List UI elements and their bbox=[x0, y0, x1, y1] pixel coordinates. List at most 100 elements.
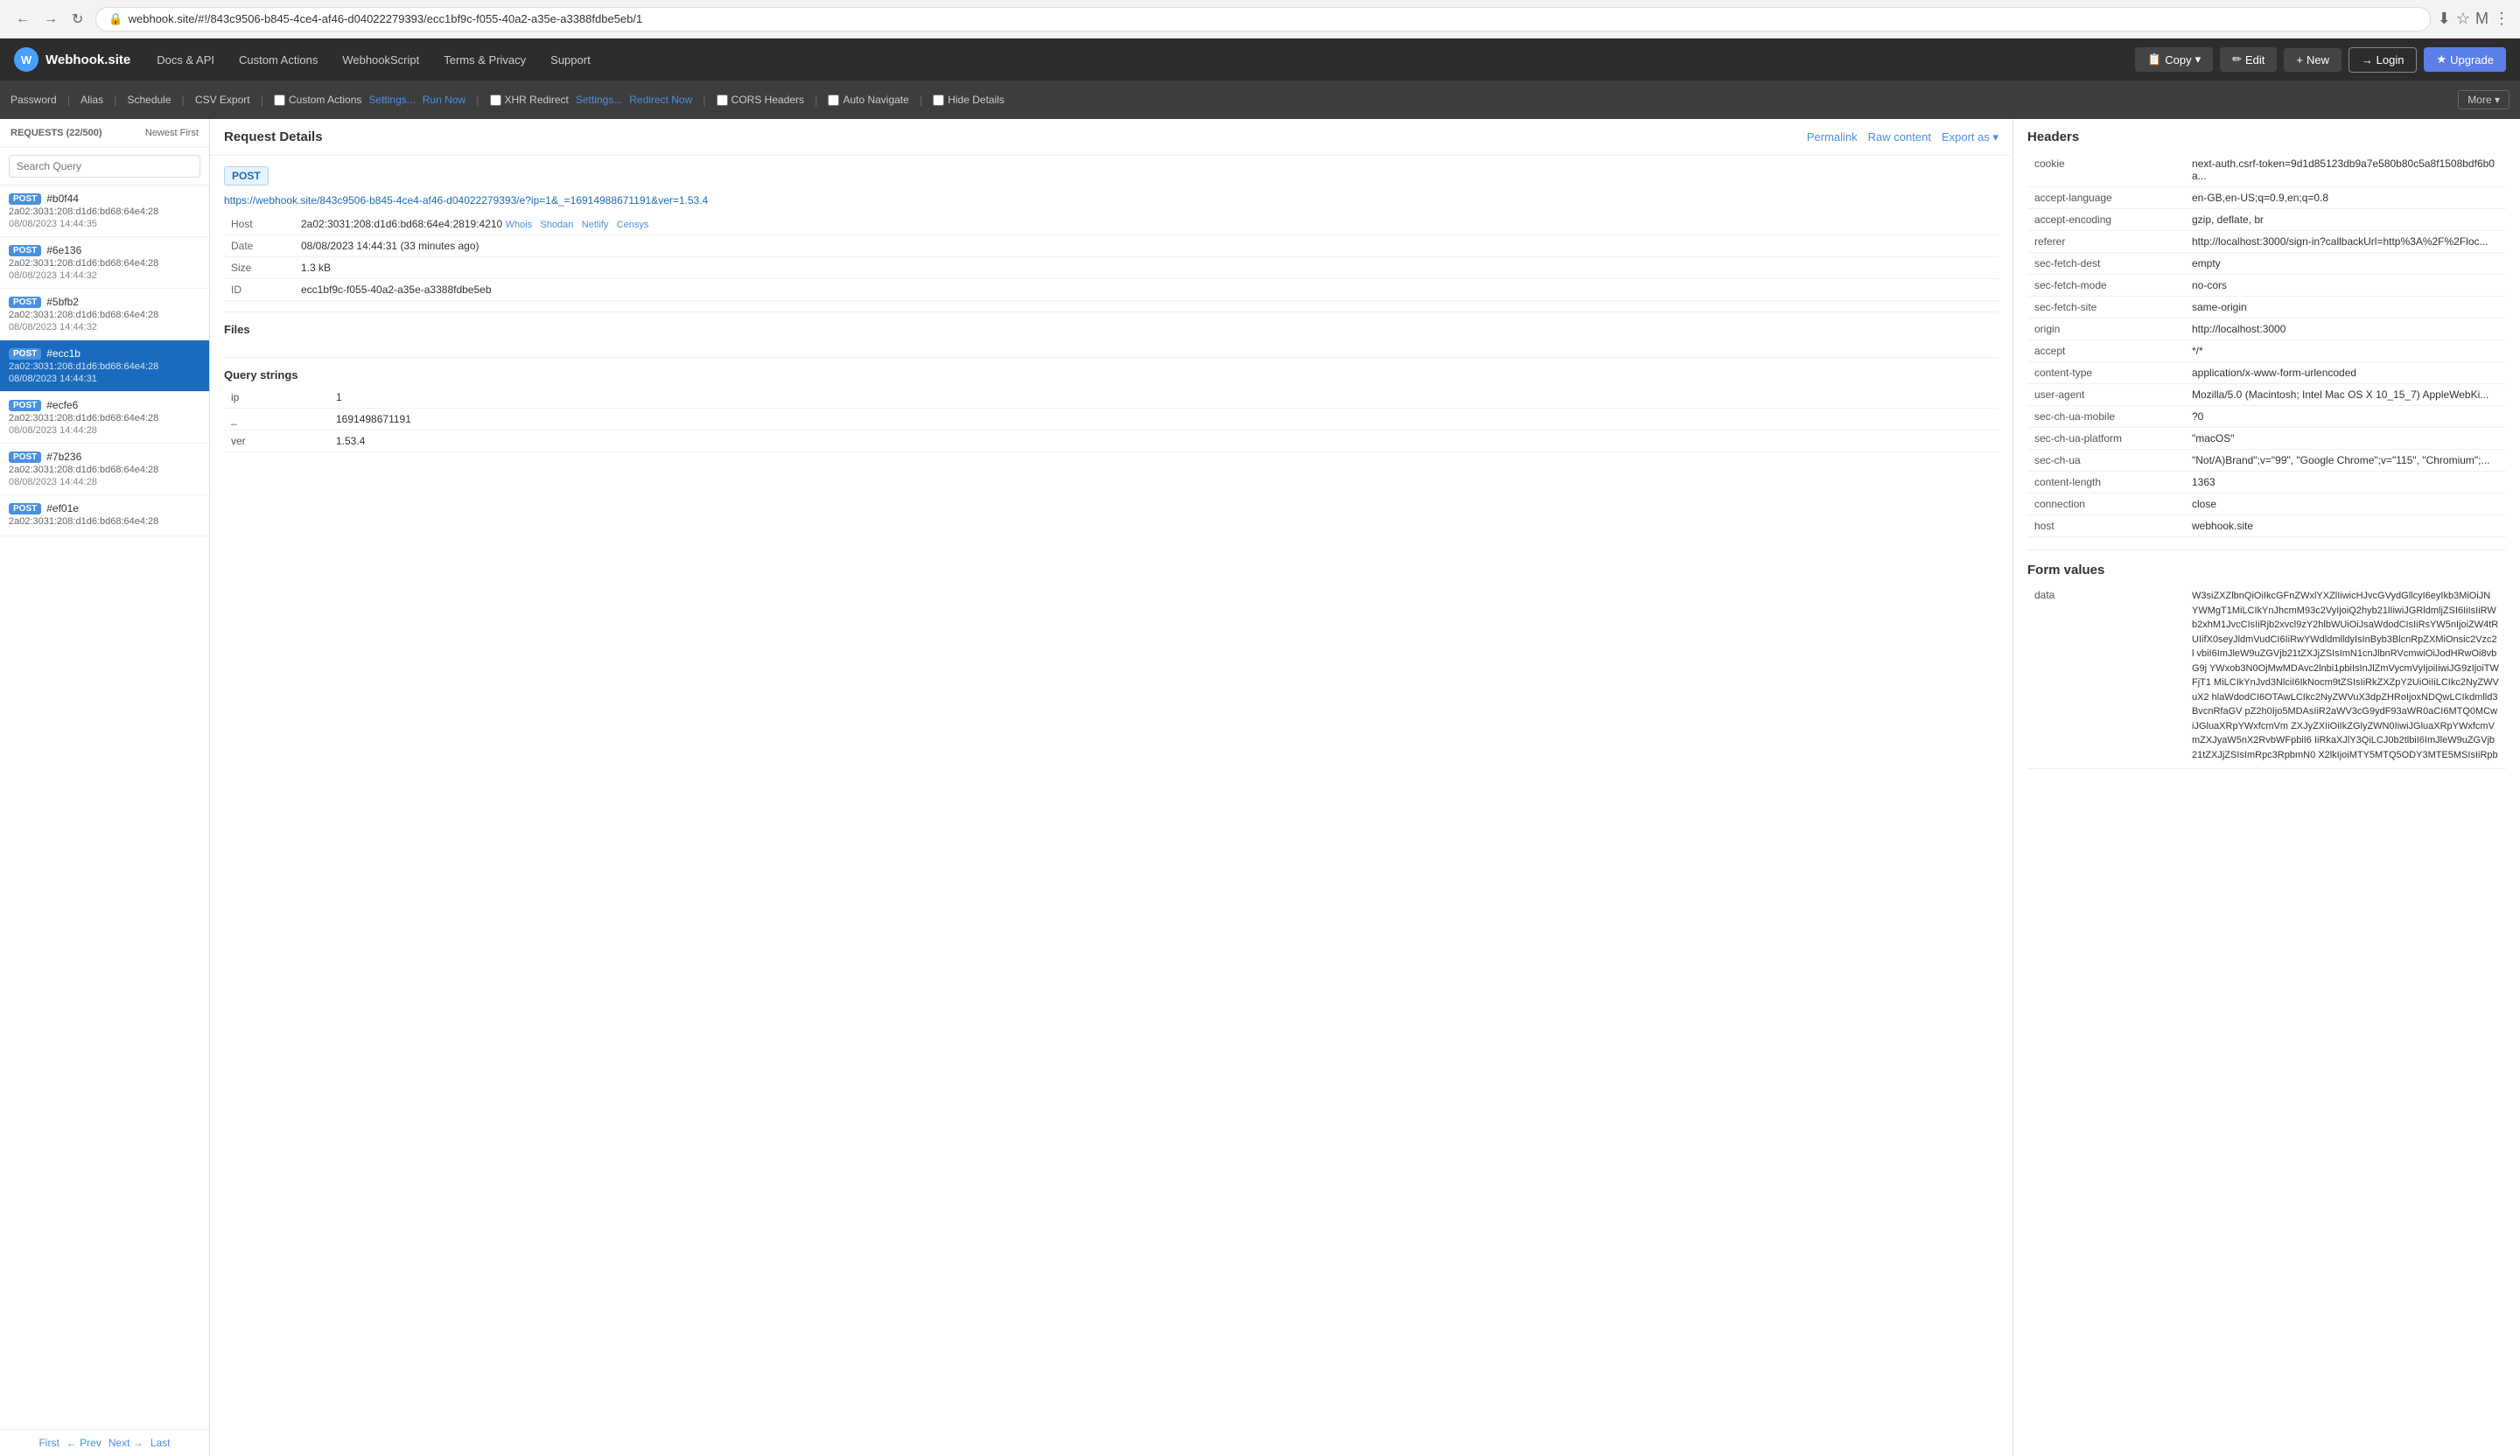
request-ip: 2a02:3031:208:d1d6:bd68:64e4:28 bbox=[9, 206, 200, 217]
browser-actions[interactable]: ⬇ ☆ M ⋮ bbox=[2438, 10, 2510, 28]
date-row: Date 08/08/2023 14:44:31 (33 minutes ago… bbox=[224, 235, 1998, 257]
whois-link[interactable]: Whois bbox=[506, 220, 533, 230]
upgrade-button[interactable]: ★ Upgrade bbox=[2424, 47, 2506, 72]
toolbar-alias[interactable]: Alias bbox=[80, 94, 103, 106]
nav-terms[interactable]: Terms & Privacy bbox=[431, 38, 538, 80]
header-row: user-agent Mozilla/5.0 (Macintosh; Intel… bbox=[2027, 384, 2506, 406]
header-key: sec-fetch-mode bbox=[2027, 275, 2185, 297]
header-row: content-length 1363 bbox=[2027, 472, 2506, 494]
request-ip: 2a02:3031:208:d1d6:bd68:64e4:28 bbox=[9, 413, 200, 424]
cors-checkbox[interactable] bbox=[717, 94, 728, 106]
last-page-button[interactable]: Last bbox=[150, 1437, 171, 1449]
nav-docs[interactable]: Docs & API bbox=[144, 38, 227, 80]
header-key: referer bbox=[2027, 231, 2185, 253]
browser-nav[interactable]: ← → ↻ bbox=[10, 7, 88, 32]
list-item[interactable]: POST #ef01e 2a02:3031:208:d1d6:bd68:64e4… bbox=[0, 495, 209, 536]
next-page-button[interactable]: Next → bbox=[108, 1437, 144, 1449]
logo-icon: W bbox=[14, 47, 38, 72]
xhr-redirect-checkbox[interactable] bbox=[490, 94, 501, 106]
shodan-link[interactable]: Shodan bbox=[540, 220, 573, 230]
address-bar[interactable]: 🔒 webhook.site/#!/843c9506-b845-4ce4-af4… bbox=[95, 7, 2430, 32]
more-button[interactable]: More ▾ bbox=[2458, 90, 2510, 109]
censys-link[interactable]: Censys bbox=[617, 220, 649, 230]
method-tag: POST bbox=[9, 348, 41, 360]
first-page-button[interactable]: First bbox=[38, 1437, 59, 1449]
toolbar-hide-details[interactable]: Hide Details bbox=[933, 94, 1004, 106]
form-data-key: data bbox=[2027, 584, 2185, 769]
list-item[interactable]: POST #5bfb2 2a02:3031:208:d1d6:bd68:64e4… bbox=[0, 289, 209, 340]
plus-icon: + bbox=[2296, 53, 2303, 66]
requests-count: REQUESTS (22/500) bbox=[10, 128, 102, 138]
method-badge: POST bbox=[224, 166, 269, 186]
toolbar-settings1[interactable]: Settings... bbox=[368, 94, 415, 106]
qs-key: _ bbox=[224, 409, 329, 430]
list-item[interactable]: POST #ecc1b 2a02:3031:208:d1d6:bd68:64e4… bbox=[0, 340, 209, 392]
extensions-icon[interactable]: ⬇ bbox=[2438, 10, 2451, 28]
toolbar-schedule[interactable]: Schedule bbox=[127, 94, 171, 106]
header-value: 1363 bbox=[2185, 472, 2506, 494]
toolbar-run-now[interactable]: Run Now bbox=[423, 94, 466, 106]
list-item[interactable]: POST #6e136 2a02:3031:208:d1d6:bd68:64e4… bbox=[0, 237, 209, 289]
toolbar-sep5: | bbox=[476, 94, 479, 107]
new-button[interactable]: + New bbox=[2284, 48, 2342, 72]
copy-button[interactable]: 📋 Copy ▾ bbox=[2135, 47, 2213, 72]
id-row: ID ecc1bf9c-f055-40a2-a35e-a3388fdbe5eb bbox=[224, 279, 1998, 301]
auto-navigate-checkbox[interactable] bbox=[828, 94, 839, 106]
request-id: #ecfe6 bbox=[46, 399, 78, 411]
sort-order[interactable]: Newest First bbox=[145, 128, 199, 138]
search-input[interactable] bbox=[9, 155, 200, 178]
header-key: content-length bbox=[2027, 472, 2185, 494]
list-item[interactable]: POST #7b236 2a02:3031:208:d1d6:bd68:64e4… bbox=[0, 444, 209, 495]
header-value: application/x-www-form-urlencoded bbox=[2185, 362, 2506, 384]
permalink-link[interactable]: Permalink bbox=[1807, 130, 1858, 144]
star-icon: ★ bbox=[2436, 52, 2446, 66]
profile-icon[interactable]: M bbox=[2475, 10, 2488, 28]
header-row: sec-fetch-mode no-cors bbox=[2027, 275, 2506, 297]
browser-chrome: ← → ↻ 🔒 webhook.site/#!/843c9506-b845-4c… bbox=[0, 0, 2520, 38]
size-label: Size bbox=[224, 257, 294, 279]
prev-page-button[interactable]: ← Prev bbox=[66, 1437, 102, 1449]
toolbar-password[interactable]: Password bbox=[10, 94, 57, 106]
main-layout: REQUESTS (22/500) Newest First POST #b0f… bbox=[0, 119, 2520, 1456]
request-detail-body: POST https://webhook.site/843c9506-b845-… bbox=[210, 156, 2012, 463]
header-key: sec-ch-ua-platform bbox=[2027, 428, 2185, 450]
forward-button[interactable]: → bbox=[38, 7, 63, 32]
bookmark-icon[interactable]: ☆ bbox=[2456, 10, 2470, 28]
list-item[interactable]: POST #ecfe6 2a02:3031:208:d1d6:bd68:64e4… bbox=[0, 392, 209, 444]
reload-button[interactable]: ↻ bbox=[66, 7, 88, 32]
request-ip: 2a02:3031:208:d1d6:bd68:64e4:28 bbox=[9, 258, 200, 269]
header-value: http://localhost:3000 bbox=[2185, 318, 2506, 340]
host-label: Host bbox=[224, 214, 294, 235]
nav-support[interactable]: Support bbox=[538, 38, 603, 80]
menu-icon[interactable]: ⋮ bbox=[2494, 10, 2510, 28]
toolbar-xhr-redirect[interactable]: XHR Redirect Settings... Redirect Now bbox=[490, 94, 693, 106]
toolbar-cors[interactable]: CORS Headers bbox=[717, 94, 804, 106]
toolbar-custom-actions[interactable]: Custom Actions Settings... Run Now bbox=[274, 94, 466, 106]
nav-webhookscript[interactable]: WebhookScript bbox=[330, 38, 431, 80]
back-button[interactable]: ← bbox=[10, 7, 35, 32]
custom-actions-checkbox[interactable] bbox=[274, 94, 285, 106]
header-key: sec-fetch-dest bbox=[2027, 253, 2185, 275]
toolbar-csv-export[interactable]: CSV Export bbox=[195, 94, 250, 106]
form-values-title: Form values bbox=[2027, 550, 2506, 578]
request-url: https://webhook.site/843c9506-b845-4ce4-… bbox=[224, 194, 1998, 206]
request-id: #ef01e bbox=[46, 502, 79, 514]
content-header: Request Details Permalink Raw content Ex… bbox=[210, 119, 2012, 156]
detail-table: Host 2a02:3031:208:d1d6:bd68:64e4:2819:4… bbox=[224, 214, 1998, 301]
raw-content-link[interactable]: Raw content bbox=[1868, 130, 1931, 144]
list-item[interactable]: POST #b0f44 2a02:3031:208:d1d6:bd68:64e4… bbox=[0, 186, 209, 237]
login-button[interactable]: → Login bbox=[2348, 47, 2417, 73]
nav-custom-actions[interactable]: Custom Actions bbox=[227, 38, 330, 80]
right-panel: Headers cookie next-auth.csrf-token=9d1d… bbox=[2012, 119, 2520, 1456]
netlify-link[interactable]: Netlify bbox=[582, 220, 609, 230]
edit-button[interactable]: ✏ Edit bbox=[2220, 47, 2277, 72]
form-values-table: data W3siZXZlbnQiOiIkcGFnZWxlYXZlIiwicHJ… bbox=[2027, 584, 2506, 769]
app-name: Webhook.site bbox=[46, 52, 130, 67]
method-tag: POST bbox=[9, 245, 41, 256]
request-details-title: Request Details bbox=[224, 130, 323, 144]
toolbar-auto-navigate[interactable]: Auto Navigate bbox=[828, 94, 908, 106]
toolbar-redirect-now[interactable]: Redirect Now bbox=[629, 94, 692, 106]
export-as-dropdown[interactable]: Export as ▾ bbox=[1942, 130, 1998, 144]
hide-details-checkbox[interactable] bbox=[933, 94, 944, 106]
toolbar-settings2[interactable]: Settings... bbox=[576, 94, 622, 106]
